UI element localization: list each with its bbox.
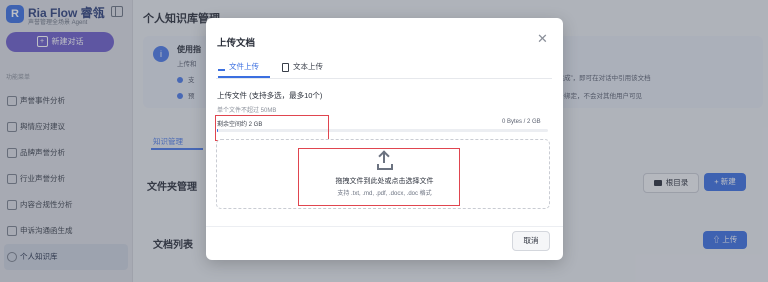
close-icon[interactable]: ✕ [537,32,548,45]
tab-text-upload[interactable]: 文本上传 [282,62,323,72]
app: R Ria Flow 睿瓴 声誉管理全场景 Agent + 新建对话 功能菜单 声… [0,0,768,282]
tab-label: 文件上传 [229,62,259,71]
upload-label: 上传文件 (支持多选，最多10个) [217,91,323,100]
upload-icon [377,150,393,170]
tab-label: 文本上传 [293,62,323,71]
dropzone-formats: 支持 .txt, .md, .pdf, .docx, .doc 格式 [337,191,432,197]
tabs-divider [216,78,552,79]
document-icon [282,62,289,72]
cancel-button[interactable]: 取消 [512,231,550,251]
tab-file-upload[interactable]: 文件上传 [218,62,259,72]
space-used: 0 Bytes / 2 GB [502,119,541,125]
dropzone-instruction: 拖拽文件到此处或点击选择文件 [335,178,434,185]
highlight-box [215,115,329,141]
dialog-title: 上传文档 [217,38,256,49]
upload-size-limit: 单个文件不超过 50MB [217,108,277,114]
footer-divider [206,226,563,227]
upload-dialog: 上传文档 ✕ 文件上传 文本上传 上传文件 (支持多选，最多10个) 单个文件不… [206,18,563,260]
upload-icon [218,62,225,71]
